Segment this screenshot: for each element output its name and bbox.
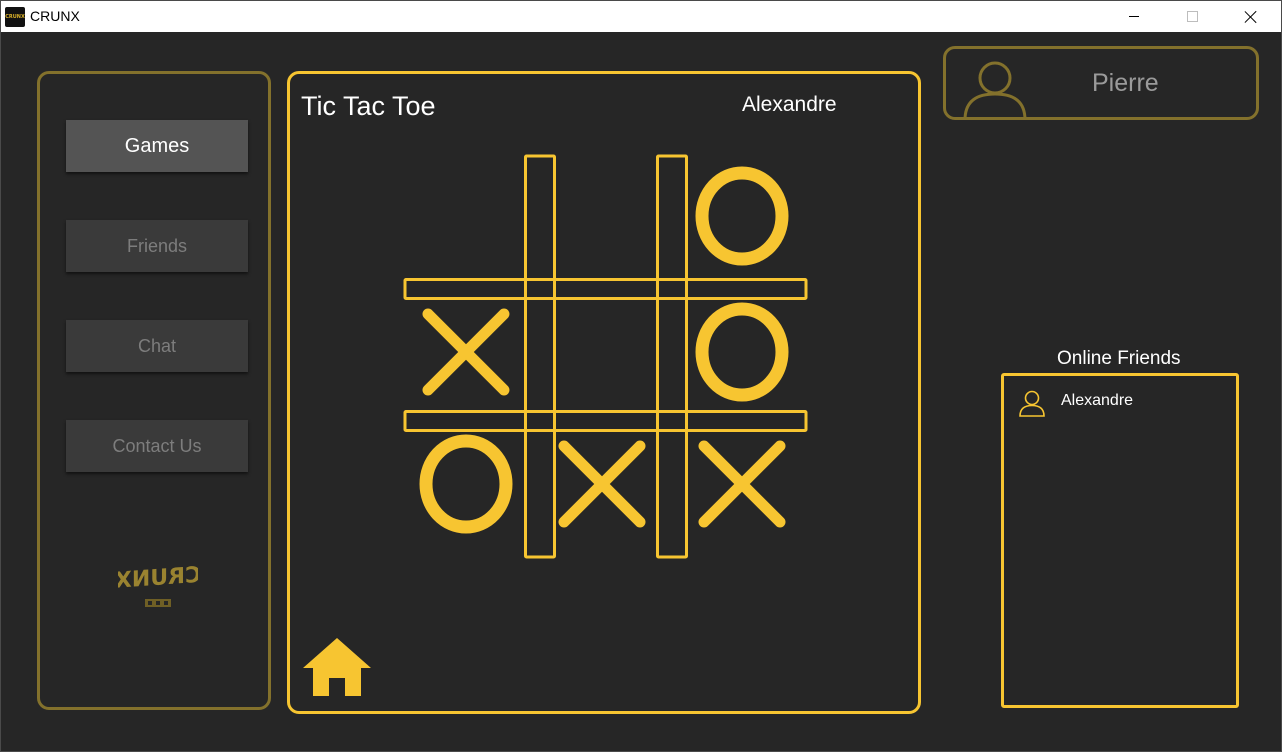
nav-contact-us-button[interactable]: Contact Us: [66, 420, 248, 472]
o-mark-icon: [419, 434, 513, 534]
logo-wordmark: CRUNX: [118, 563, 198, 594]
profile-name: Pierre: [1092, 69, 1159, 97]
board-cell-1-2[interactable]: [675, 292, 805, 416]
game-title: Tic Tac Toe: [301, 91, 436, 121]
o-mark-icon: [695, 302, 789, 402]
maximize-icon: [1186, 11, 1198, 22]
user-icon: [1019, 390, 1045, 417]
nav-friends-button[interactable]: Friends: [66, 220, 248, 272]
x-mark-icon: [698, 440, 786, 528]
close-icon: [1245, 11, 1257, 23]
x-mark-icon: [422, 308, 510, 396]
o-mark-icon: [695, 166, 789, 266]
maximize-button[interactable]: [1163, 1, 1221, 32]
board-cell-1-0[interactable]: [403, 292, 525, 416]
minimize-icon: [1129, 16, 1139, 17]
crunx-logo: CRUNX: [118, 563, 198, 607]
nav-chat-button[interactable]: Chat: [66, 320, 248, 372]
board-cell-1-1[interactable]: [543, 292, 657, 416]
minimize-button[interactable]: [1105, 1, 1163, 32]
board-cell-2-1[interactable]: [543, 424, 657, 548]
board-cell-0-2[interactable]: [675, 156, 805, 280]
game-panel: Tic Tac Toe Alexandre: [287, 71, 921, 714]
app-logo-icon: CRUNX: [5, 7, 25, 27]
online-friends-list: Alexandre: [1001, 373, 1239, 708]
board-cell-0-0[interactable]: [403, 156, 525, 280]
board-cell-0-1[interactable]: [543, 156, 657, 280]
opponent-name: Alexandre: [742, 93, 837, 116]
nav-games-button[interactable]: Games: [66, 120, 248, 172]
title-bar: CRUNX CRUNX: [1, 1, 1281, 32]
close-button[interactable]: [1222, 1, 1280, 32]
home-icon[interactable]: [301, 636, 373, 698]
online-friends-title: Online Friends: [1057, 348, 1181, 369]
tic-tac-toe-board: [403, 154, 808, 559]
x-mark-icon: [558, 440, 646, 528]
app-window: CRUNX CRUNX Games Friends Chat Contact U…: [0, 0, 1282, 752]
user-avatar-icon: [963, 61, 1027, 117]
sidebar: Games Friends Chat Contact Us CRUNX: [37, 71, 271, 710]
friend-list-item[interactable]: Alexandre: [1017, 388, 1217, 418]
board-cell-2-2[interactable]: [675, 424, 805, 548]
board-cell-2-0[interactable]: [403, 424, 525, 548]
friend-name: Alexandre: [1061, 392, 1134, 409]
window-title: CRUNX: [30, 8, 80, 24]
profile-card[interactable]: Pierre: [943, 46, 1259, 120]
